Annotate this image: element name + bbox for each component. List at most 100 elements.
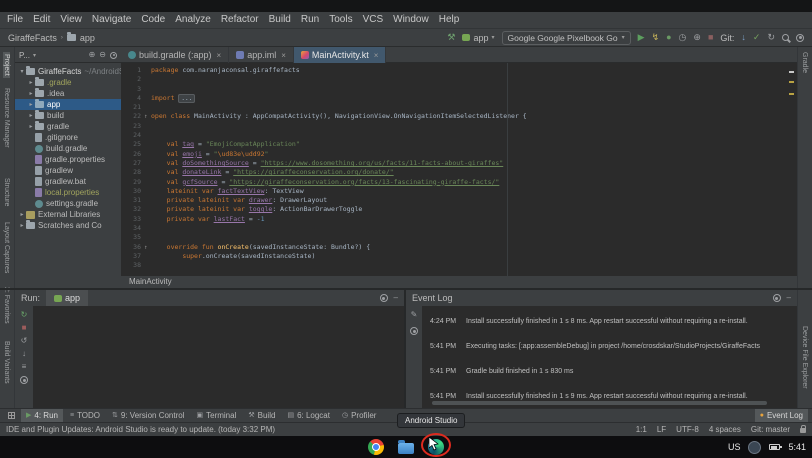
project-tree-item-gitignore[interactable]: .gitignore <box>15 132 121 143</box>
horizontal-scrollbar[interactable] <box>432 401 767 405</box>
toolwindow-event-log[interactable]: ●Event Log <box>755 409 808 422</box>
toolwindow-todo[interactable]: ≡TODO <box>65 409 105 422</box>
profiler-icon[interactable]: ◷ <box>679 33 687 42</box>
git-history-icon[interactable]: ↻ <box>767 33 775 42</box>
close-tab-icon[interactable]: × <box>217 51 222 60</box>
tool-window-switcher-icon[interactable] <box>8 412 15 419</box>
breadcrumb-module[interactable]: app <box>80 33 95 43</box>
project-tree-item-external-libraries[interactable]: ▸External Libraries <box>15 209 121 220</box>
menu-item-analyze[interactable]: Analyze <box>170 12 216 28</box>
menu-item-view[interactable]: View <box>55 12 87 28</box>
close-tab-icon[interactable]: × <box>374 51 379 60</box>
toolwindow-4-run[interactable]: ▶4: Run <box>21 409 63 422</box>
project-tree-item-local-properties[interactable]: local.properties <box>15 187 121 198</box>
settings-gear-icon[interactable] <box>796 34 804 42</box>
build-hammer-icon[interactable]: ⚒ <box>447 33 455 42</box>
stop-icon[interactable]: ■ <box>22 324 27 332</box>
scroll-to-end-icon[interactable]: ↓ <box>22 350 26 358</box>
code-editor[interactable]: 1package com.naranjaconsal.giraffefacts2… <box>121 63 797 276</box>
locate-file-icon[interactable]: ⊕ <box>89 51 96 59</box>
git-commit-icon[interactable]: ✓ <box>753 33 761 42</box>
tree-expand-arrow-icon[interactable]: ▸ <box>27 112 35 119</box>
status-line-ending[interactable]: LF <box>657 425 666 434</box>
editor-tab-mainactivity-kt[interactable]: MainActivity.kt× <box>294 47 387 63</box>
stripe-structure[interactable]: Structure <box>3 178 10 206</box>
project-tree-item-gradlew[interactable]: gradlew <box>15 165 121 176</box>
tree-expand-arrow-icon[interactable]: ▸ <box>27 101 35 108</box>
project-tree-item-gradle[interactable]: ▸gradle <box>15 121 121 132</box>
apply-changes-icon[interactable]: ↯ <box>652 33 660 42</box>
stripe-build-variants[interactable]: Build Variants <box>3 341 10 384</box>
stripe-resource-manager[interactable]: Resource Manager <box>3 88 10 148</box>
settings-gear-icon[interactable] <box>110 52 117 59</box>
git-update-icon[interactable]: ↓ <box>741 33 746 42</box>
project-tree-item-settings-gradle[interactable]: settings.gradle <box>15 198 121 209</box>
tree-expand-arrow-icon[interactable]: ▸ <box>27 123 35 130</box>
tree-expand-arrow-icon[interactable]: ▸ <box>27 90 35 97</box>
run-console[interactable] <box>33 306 404 408</box>
toolwindow-6-logcat[interactable]: ▤6: Logcat <box>282 409 335 422</box>
menu-item-tools[interactable]: Tools <box>324 12 357 28</box>
soft-wrap-icon[interactable]: ≡ <box>22 363 27 371</box>
toolwindow-profiler[interactable]: ◷Profiler <box>337 409 381 422</box>
hide-panel-icon[interactable]: – <box>394 294 398 302</box>
run-tab-app[interactable]: app <box>46 290 88 306</box>
debug-icon[interactable]: ● <box>666 33 671 42</box>
device-selector-dropdown[interactable]: Google Google Pixelbook Go▾ <box>502 31 631 45</box>
stripe-project[interactable]: Project <box>3 52 10 78</box>
menu-item-navigate[interactable]: Navigate <box>87 12 136 28</box>
status-file-encoding[interactable]: UTF-8 <box>676 425 699 434</box>
hide-panel-icon[interactable]: – <box>787 294 791 302</box>
run-play-icon[interactable]: ▶ <box>638 33 645 42</box>
menu-item-window[interactable]: Window <box>388 12 434 28</box>
status-caret-position[interactable]: 1:1 <box>636 425 647 434</box>
rerun-icon[interactable]: ↻ <box>21 311 28 319</box>
editor-tab-app-iml[interactable]: app.iml× <box>229 47 294 63</box>
tree-expand-arrow-icon[interactable]: ▸ <box>18 222 26 229</box>
breadcrumb-project[interactable]: GiraffeFacts <box>8 33 57 43</box>
tree-expand-arrow-icon[interactable]: ▸ <box>18 211 26 218</box>
battery-icon[interactable] <box>769 444 780 450</box>
stripe-device-file-explorer[interactable]: Device File Explorer <box>801 326 808 389</box>
lock-icon[interactable] <box>800 428 806 433</box>
stripe-gradle[interactable]: Gradle <box>801 52 808 73</box>
stripe-layout-captures[interactable]: Layout Captures <box>3 222 10 273</box>
status-git-branch[interactable]: Git: master <box>751 425 790 434</box>
toolwindow-terminal[interactable]: ▣Terminal <box>192 409 242 422</box>
project-tree-item-build[interactable]: ▸build <box>15 110 121 121</box>
tree-expand-arrow-icon[interactable]: ▾ <box>18 68 26 75</box>
project-tree-item-gradle[interactable]: ▸.gradle <box>15 77 121 88</box>
breadcrumb-class[interactable]: MainActivity <box>129 277 172 286</box>
project-view-dropdown[interactable]: P... <box>19 51 30 60</box>
keyboard-layout-indicator[interactable]: US <box>728 442 741 452</box>
files-icon[interactable] <box>398 443 414 454</box>
menu-item-vcs[interactable]: VCS <box>358 12 389 28</box>
chrome-icon[interactable] <box>368 439 384 455</box>
settings-gear-icon[interactable] <box>380 294 388 302</box>
menu-item-edit[interactable]: Edit <box>28 12 55 28</box>
restart-activity-icon[interactable]: ↺ <box>21 337 28 345</box>
project-tree-item-idea[interactable]: ▸.idea <box>15 88 121 99</box>
project-tree-item-scratches-and-co[interactable]: ▸Scratches and Co <box>15 220 121 231</box>
clock[interactable]: 5:41 <box>788 442 806 452</box>
settings-gear-icon[interactable] <box>410 327 418 335</box>
project-tree-item-gradle-properties[interactable]: gradle.properties <box>15 154 121 165</box>
stripe-2-favorites[interactable]: 2: Favorites <box>3 287 10 324</box>
tray-avatar-icon[interactable] <box>748 441 761 454</box>
menu-item-build[interactable]: Build <box>264 12 296 28</box>
editor-tab-build-gradle-app[interactable]: build.gradle (:app)× <box>121 47 229 63</box>
project-tree-item-giraffefacts[interactable]: ▾GiraffeFacts~/AndroidStudioProjects/Gir… <box>15 66 121 77</box>
status-indent-style[interactable]: 4 spaces <box>709 425 741 434</box>
close-tab-icon[interactable]: × <box>281 51 286 60</box>
settings-gear-icon[interactable] <box>20 376 28 384</box>
edit-log-icon[interactable]: ✎ <box>411 311 418 319</box>
status-message[interactable]: IDE and Plugin Updates: Android Studio i… <box>6 425 275 434</box>
run-configuration-dropdown[interactable]: app▾ <box>462 33 494 43</box>
menu-item-run[interactable]: Run <box>296 12 324 28</box>
menu-item-help[interactable]: Help <box>434 12 465 28</box>
toolwindow-9-version-control[interactable]: ⇅9: Version Control <box>107 409 189 422</box>
search-everywhere-icon[interactable] <box>782 34 789 41</box>
project-tree-item-app[interactable]: ▸app <box>15 99 121 110</box>
tree-expand-arrow-icon[interactable]: ▸ <box>27 79 35 86</box>
menu-item-file[interactable]: File <box>2 12 28 28</box>
